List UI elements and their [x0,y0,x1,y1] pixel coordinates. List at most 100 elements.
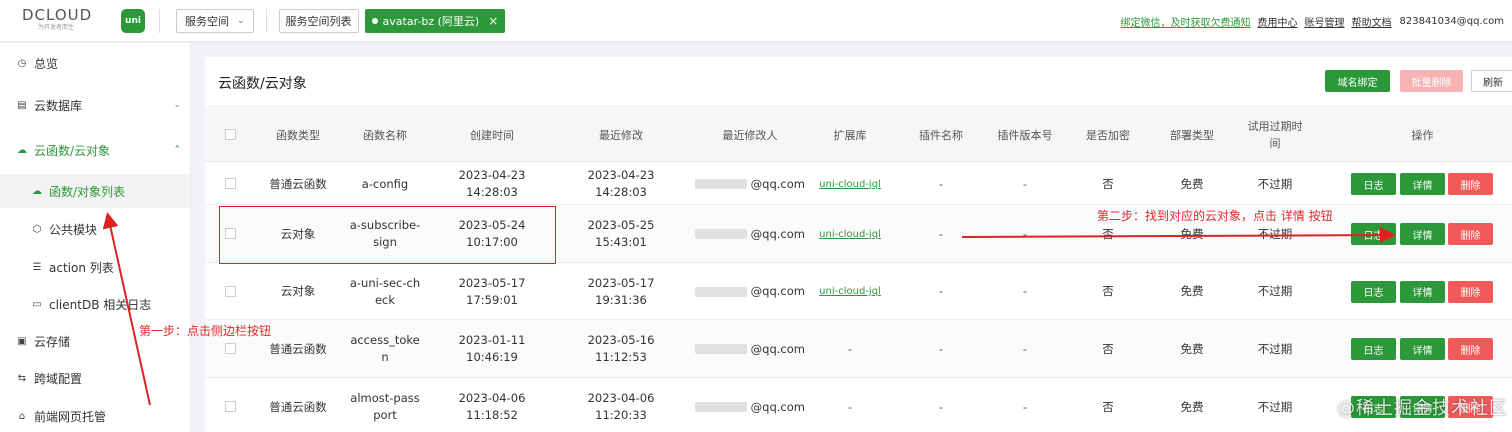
cell-deploy: 免费 [1180,176,1204,191]
header-divider [265,8,267,33]
cell-plugin: - [938,226,944,241]
column-header: 插件版本号 [997,128,1053,142]
column-header: 创建时间 [470,128,514,142]
user-email[interactable]: 823841034@qq.com [1400,16,1505,27]
dcloud-logo[interactable]: DCLOUD 为开发者而生 [0,0,100,42]
sidebar-item-action-list[interactable]: ☰ action 列表 [0,250,190,284]
cell-encrypted: 否 [1102,176,1114,191]
help-link[interactable]: 帮助文档 [1352,14,1392,29]
redacted-text [695,179,747,189]
log-button[interactable]: 日志 [1351,223,1396,245]
step2-annotation: 第二步：找到对应的云对象，点击 详情 按钮 [1097,209,1333,223]
select-all-checkbox[interactable] [225,129,236,140]
cell-name: access_toke n [350,333,420,364]
divider [205,106,1512,107]
storage-icon: ▣ [17,335,27,347]
cell-modified: 2023-04-06 11:20:33 [587,391,655,422]
top-bar: DCLOUD 为开发者而生 uni 服务空间 ⌄ 服务空间列表 avatar-b… [0,0,1512,42]
redacted-text [695,344,747,354]
extension-link[interactable]: uni-cloud-jql [819,283,881,300]
cell-encrypted: 否 [1102,399,1114,414]
row-checkbox[interactable] [225,178,236,189]
cell-deploy: 免费 [1180,284,1204,298]
space-select[interactable]: 服务空间 ⌄ [176,8,254,33]
table-row: 普通云函数 a-config 2023-04-23 14:28:03 2023-04-… [205,163,1512,205]
highlight-box [219,206,556,264]
column-header: 扩展库 [833,128,867,142]
column-header: 函数类型 [276,128,320,142]
close-icon[interactable]: × [488,14,498,28]
sidebar-item-function-list[interactable]: ☁ 函数/对象列表 [0,174,190,208]
delete-button[interactable]: 删除 [1448,338,1493,360]
sidebar-item-label: 云函数/云对象 [34,143,111,158]
delete-button[interactable]: 删除 [1448,280,1493,303]
cell-encrypted: 否 [1102,284,1114,298]
sidebar-item-label: action 列表 [49,260,114,275]
log-button[interactable]: 日志 [1351,338,1396,360]
detail-button[interactable]: 详情 [1400,223,1445,245]
delete-button[interactable]: 删除 [1448,173,1493,195]
sidebar-item-cors[interactable]: ⇆ 跨域配置 [0,366,191,390]
space-tag-label: avatar-bz (阿里云) [382,14,480,28]
sidebar: ◷ 总览 ▤ 云数据库 ⌄ ☁ 云函数/云对象 ⌃ ☁ 函数/对象列表 ⬡ 公共… [0,43,191,432]
batch-delete-button[interactable]: 批量删除 [1400,70,1463,92]
cell-modifier: @qq.com [695,263,805,320]
extension-link[interactable]: uni-cloud-jql [819,176,881,193]
cell-plugin: - [938,399,944,414]
delete-button[interactable]: 删除 [1448,223,1493,245]
detail-button[interactable]: 详情 [1400,338,1445,360]
modifier-email: @qq.com [750,284,805,298]
redacted-text [695,229,747,239]
column-header: 操作 [1411,128,1434,142]
sidebar-item-label: 云数据库 [34,98,83,113]
row-checkbox[interactable] [225,343,236,354]
sidebar-item-hosting[interactable]: ⌂ 前端网页托管 [0,404,191,428]
dashboard-icon: ◷ [17,57,27,69]
table-row: 普通云函数 almost-pass port 2023-04-06 11:18:52… [205,378,1512,432]
chevron-up-icon: ⌃ [173,145,181,155]
redacted-text [695,286,747,297]
account-link[interactable]: 账号管理 [1305,14,1345,29]
cell-version: - [1022,176,1028,191]
log-button[interactable]: 日志 [1351,280,1396,303]
cell-expire: 不过期 [1257,399,1293,414]
row-checkbox[interactable] [225,285,236,297]
extension-link[interactable]: uni-cloud-jql [819,226,881,243]
sidebar-item-clientdb-logs[interactable]: ▭ clientDB 相关日志 [0,287,190,321]
refresh-button[interactable]: 刷新 [1471,70,1512,92]
current-space-tag[interactable]: avatar-bz (阿里云) × [364,8,506,33]
detail-button[interactable]: 详情 [1400,280,1445,303]
cell-modified: 2023-05-25 15:43:01 [587,218,655,249]
column-header: 试用过期时 间 [1247,120,1303,150]
watermark: @稀土掘金技术社区 [1337,398,1508,419]
sidebar-item-label: 跨域配置 [34,371,83,386]
sidebar-item-overview[interactable]: ◷ 总览 [0,51,191,75]
cell-name: a-config [361,176,409,191]
cell-type: 普通云函数 [269,399,327,414]
cell-version: - [1022,226,1028,241]
cell-modified: 2023-05-16 11:12:53 [587,333,655,364]
detail-button[interactable]: 详情 [1400,173,1445,195]
cell-ext: uni-cloud-jql [815,205,885,263]
space-list-button[interactable]: 服务空间列表 [278,8,359,33]
sidebar-item-cloud-functions[interactable]: ☁ 云函数/云对象 ⌃ [0,138,191,162]
log-button[interactable]: 日志 [1351,173,1396,195]
cell-ext: uni-cloud-jql [815,163,885,205]
cell-ext: - [847,399,853,414]
uni-cloud-icon[interactable]: uni [121,8,145,33]
table-row: 云对象 a-uni-sec-ch eck 2023-05-17 17:59:01 20… [205,263,1512,320]
step1-annotation: 第一步：点击侧边栏按钮 [139,324,272,338]
hosting-icon: ⌂ [18,410,26,422]
doc-icon: ▭ [32,298,42,310]
domain-bind-button[interactable]: 域名绑定 [1325,70,1390,92]
sidebar-item-common-modules[interactable]: ⬡ 公共模块 [0,212,190,246]
module-icon: ⬡ [32,223,42,235]
sidebar-item-database[interactable]: ▤ 云数据库 ⌄ [0,93,191,117]
chevron-down-icon: ⌄ [173,100,181,110]
billing-link[interactable]: 费用中心 [1258,14,1298,29]
cell-created: 2023-05-17 17:59:01 [458,275,526,307]
cell-plugin: - [938,176,944,191]
wechat-notice-link[interactable]: 绑定微信，及时获取欠费通知 [1121,14,1251,29]
row-checkbox[interactable] [225,401,236,412]
cell-expire: 不过期 [1257,284,1293,298]
